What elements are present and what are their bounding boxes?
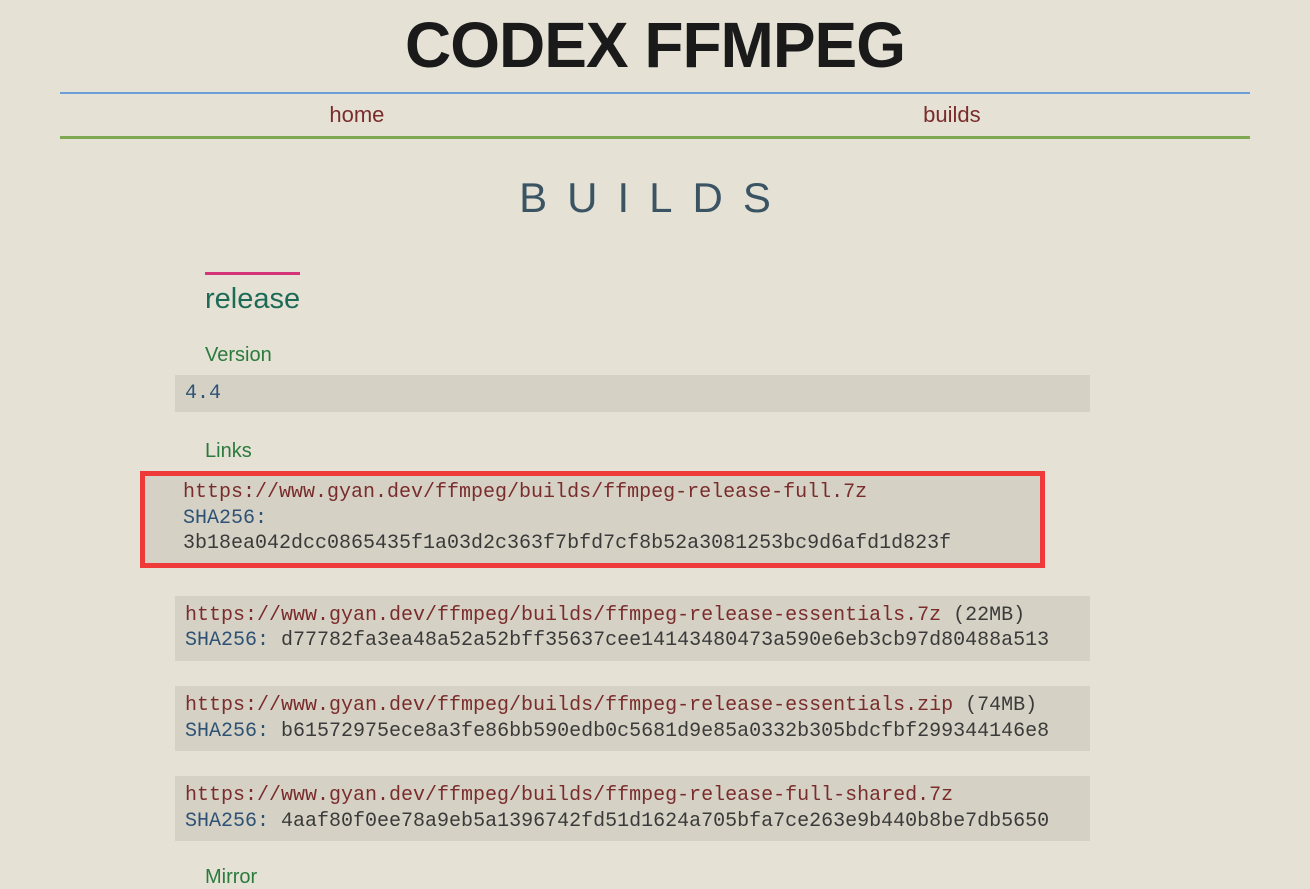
sha-value: 4aaf80f0ee78a9eb5a1396742fd51d1624a705bf… — [281, 810, 1049, 833]
link-block: https://www.gyan.dev/ffmpeg/builds/ffmpe… — [175, 596, 1090, 661]
sha-label: SHA256: — [183, 507, 267, 530]
sha-label: SHA256: — [185, 629, 269, 652]
file-size: (22MB) — [941, 604, 1025, 627]
nav-builds[interactable]: builds — [923, 102, 980, 128]
download-link[interactable]: https://www.gyan.dev/ffmpeg/builds/ffmpe… — [185, 604, 941, 627]
link-block: https://www.gyan.dev/ffmpeg/builds/ffmpe… — [140, 471, 1045, 568]
sha-value: 3b18ea042dcc0865435f1a03d2c363f7bfd7cf8b… — [183, 532, 951, 555]
page-heading: BUILDS — [0, 139, 1310, 252]
mirror-label: Mirror — [205, 866, 1250, 889]
link-block: https://www.gyan.dev/ffmpeg/builds/ffmpe… — [175, 686, 1090, 751]
links-list: https://www.gyan.dev/ffmpeg/builds/ffmpe… — [175, 471, 1250, 841]
version-label: Version — [205, 344, 1250, 367]
content-area: release Version 4.4 Links https://www.gy… — [60, 252, 1250, 889]
download-link[interactable]: https://www.gyan.dev/ffmpeg/builds/ffmpe… — [185, 784, 953, 807]
main-nav: home builds — [60, 92, 1250, 139]
file-size: (74MB) — [953, 694, 1037, 717]
download-link[interactable]: https://www.gyan.dev/ffmpeg/builds/ffmpe… — [183, 481, 867, 504]
site-title: CODEX FFMPEG — [0, 0, 1310, 92]
sha-label: SHA256: — [185, 720, 269, 743]
sha-label: SHA256: — [185, 810, 269, 833]
download-link[interactable]: https://www.gyan.dev/ffmpeg/builds/ffmpe… — [185, 694, 953, 717]
version-value: 4.4 — [175, 375, 1090, 412]
section-title-release: release — [205, 272, 300, 316]
link-block: https://www.gyan.dev/ffmpeg/builds/ffmpe… — [175, 776, 1090, 841]
nav-home[interactable]: home — [329, 102, 384, 128]
sha-value: d77782fa3ea48a52a52bff35637cee1414348047… — [281, 629, 1049, 652]
links-label: Links — [205, 440, 1250, 463]
sha-value: b61572975ece8a3fe86bb590edb0c5681d9e85a0… — [281, 720, 1049, 743]
